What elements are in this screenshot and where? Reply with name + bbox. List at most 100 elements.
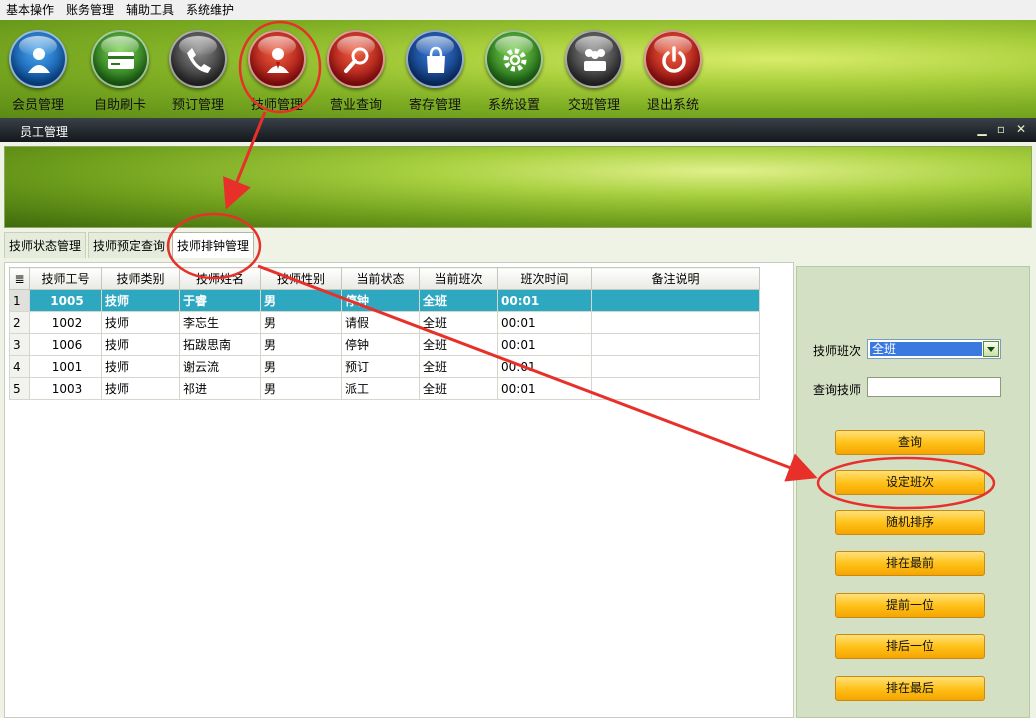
cell-gender: 男 bbox=[260, 355, 342, 378]
tab-bar: 技师状态管理 技师预定查询 技师排钟管理 bbox=[4, 232, 256, 258]
cell-shift-time: 00:01 bbox=[497, 377, 592, 400]
gear-icon bbox=[485, 30, 543, 88]
col-header-status[interactable]: 当前状态 bbox=[341, 267, 420, 290]
toolbar-member-button[interactable]: 会员管理 bbox=[3, 30, 73, 114]
toolbar-storage-button[interactable]: 寄存管理 bbox=[400, 30, 470, 114]
col-header-shift-time[interactable]: 班次时间 bbox=[497, 267, 592, 290]
cell-id: 1005 bbox=[29, 289, 102, 312]
col-header-remarks[interactable]: 备注说明 bbox=[591, 267, 760, 290]
set-shift-button[interactable]: 设定班次 bbox=[835, 470, 985, 495]
query-technician-label: 查询技师 bbox=[813, 383, 862, 397]
cell-status: 请假 bbox=[341, 311, 420, 334]
table-row[interactable]: 5 1003 技师 祁进 男 派工 全班 00:01 bbox=[9, 377, 760, 400]
move-down-button[interactable]: 排后一位 bbox=[835, 634, 985, 659]
row-number: 3 bbox=[9, 333, 30, 356]
menu-maintenance[interactable]: 系统维护 bbox=[180, 0, 240, 20]
cell-shift: 全班 bbox=[419, 377, 498, 400]
maximize-icon[interactable]: ▫ bbox=[993, 121, 1009, 137]
cell-shift-time: 00:01 bbox=[497, 289, 592, 312]
technician-grid[interactable]: ≣ 技师工号 技师类别 技师姓名 技师性别 当前状态 当前班次 班次时间 备注说… bbox=[4, 262, 794, 718]
table-row[interactable]: 2 1002 技师 李忘生 男 请假 全班 00:01 bbox=[9, 311, 760, 334]
cell-shift-time: 00:01 bbox=[497, 355, 592, 378]
technician-table: ≣ 技师工号 技师类别 技师姓名 技师性别 当前状态 当前班次 班次时间 备注说… bbox=[9, 267, 760, 400]
shift-select[interactable]: 全班 bbox=[867, 339, 1001, 359]
col-header-name[interactable]: 技师姓名 bbox=[179, 267, 261, 290]
shift-label: 技师班次 bbox=[813, 344, 862, 358]
col-header-shift[interactable]: 当前班次 bbox=[419, 267, 498, 290]
member-icon bbox=[9, 30, 67, 88]
cell-gender: 男 bbox=[260, 333, 342, 356]
tab-technician-rotation[interactable]: 技师排钟管理 bbox=[172, 232, 255, 258]
bag-icon bbox=[406, 30, 464, 88]
cell-id: 1001 bbox=[29, 355, 102, 378]
phone-icon bbox=[169, 30, 227, 88]
header-banner bbox=[4, 146, 1032, 228]
col-header-gender[interactable]: 技师性别 bbox=[260, 267, 342, 290]
chevron-down-icon[interactable] bbox=[983, 341, 999, 357]
cell-gender: 男 bbox=[260, 311, 342, 334]
toolbar-exit-button[interactable]: 退出系统 bbox=[638, 30, 708, 114]
toolbar-shift-button[interactable]: 交班管理 bbox=[559, 30, 629, 114]
cell-id: 1006 bbox=[29, 333, 102, 356]
technician-icon bbox=[248, 30, 306, 88]
main-toolbar: 会员管理 自助刷卡 预订管理 技师管理 营业查询 寄存管理 系统设置 交班管理 … bbox=[0, 20, 1036, 118]
table-row[interactable]: 3 1006 技师 拓跋思南 男 停钟 全班 00:01 bbox=[9, 333, 760, 356]
table-row[interactable]: 1 1005 技师 于睿 男 停钟 全班 00:01 bbox=[9, 289, 760, 312]
magnifier-icon bbox=[327, 30, 385, 88]
toolbar-card-button[interactable]: 自助刷卡 bbox=[85, 30, 155, 114]
row-selector-icon[interactable]: ≣ bbox=[9, 267, 30, 290]
cell-category: 技师 bbox=[101, 289, 180, 312]
cell-status: 停钟 bbox=[341, 333, 420, 356]
toolbar-business-query-button[interactable]: 营业查询 bbox=[321, 30, 391, 114]
cell-category: 技师 bbox=[101, 377, 180, 400]
cell-remarks bbox=[591, 311, 760, 334]
card-icon bbox=[91, 30, 149, 88]
row-number: 1 bbox=[9, 289, 30, 312]
table-header-row: ≣ 技师工号 技师类别 技师姓名 技师性别 当前状态 当前班次 班次时间 备注说… bbox=[9, 267, 760, 290]
row-number: 4 bbox=[9, 355, 30, 378]
cell-gender: 男 bbox=[260, 377, 342, 400]
minimize-icon[interactable]: ▁ bbox=[974, 121, 990, 137]
query-technician-input[interactable] bbox=[867, 377, 1001, 397]
move-up-button[interactable]: 提前一位 bbox=[835, 593, 985, 618]
cell-category: 技师 bbox=[101, 311, 180, 334]
window-title: 员工管理 bbox=[20, 125, 69, 139]
cell-name: 谢云流 bbox=[179, 355, 261, 378]
cell-remarks bbox=[591, 377, 760, 400]
cell-remarks bbox=[591, 333, 760, 356]
cell-status: 停钟 bbox=[341, 289, 420, 312]
cell-shift: 全班 bbox=[419, 355, 498, 378]
cell-id: 1003 bbox=[29, 377, 102, 400]
cell-id: 1002 bbox=[29, 311, 102, 334]
table-row[interactable]: 4 1001 技师 谢云流 男 预订 全班 00:01 bbox=[9, 355, 760, 378]
cell-name: 于睿 bbox=[179, 289, 261, 312]
row-number: 2 bbox=[9, 311, 30, 334]
cell-shift-time: 00:01 bbox=[497, 333, 592, 356]
close-icon[interactable]: ✕ bbox=[1013, 121, 1029, 137]
move-to-last-button[interactable]: 排在最后 bbox=[835, 676, 985, 701]
menu-accounts[interactable]: 账务管理 bbox=[60, 0, 120, 20]
toolbar-settings-button[interactable]: 系统设置 bbox=[479, 30, 549, 114]
cell-shift: 全班 bbox=[419, 289, 498, 312]
cell-shift-time: 00:01 bbox=[497, 311, 592, 334]
cell-remarks bbox=[591, 289, 760, 312]
menu-bar: 基本操作 账务管理 辅助工具 系统维护 bbox=[0, 0, 1036, 20]
cell-remarks bbox=[591, 355, 760, 378]
move-to-first-button[interactable]: 排在最前 bbox=[835, 551, 985, 576]
col-header-id[interactable]: 技师工号 bbox=[29, 267, 102, 290]
cell-category: 技师 bbox=[101, 355, 180, 378]
query-button[interactable]: 查询 bbox=[835, 430, 985, 455]
col-header-category[interactable]: 技师类别 bbox=[101, 267, 180, 290]
tab-technician-status[interactable]: 技师状态管理 bbox=[4, 232, 87, 258]
toolbar-technician-button[interactable]: 技师管理 bbox=[242, 30, 312, 114]
tab-technician-booking[interactable]: 技师预定查询 bbox=[88, 232, 171, 258]
menu-basic-ops[interactable]: 基本操作 bbox=[0, 0, 60, 20]
menu-tools[interactable]: 辅助工具 bbox=[120, 0, 180, 20]
cell-shift: 全班 bbox=[419, 311, 498, 334]
random-order-button[interactable]: 随机排序 bbox=[835, 510, 985, 535]
toolbar-booking-button[interactable]: 预订管理 bbox=[163, 30, 233, 114]
shift-select-value: 全班 bbox=[870, 342, 982, 356]
window-title-bar: 员工管理 ▁ ▫ ✕ bbox=[0, 118, 1036, 142]
shift-handover-icon bbox=[565, 30, 623, 88]
cell-shift: 全班 bbox=[419, 333, 498, 356]
